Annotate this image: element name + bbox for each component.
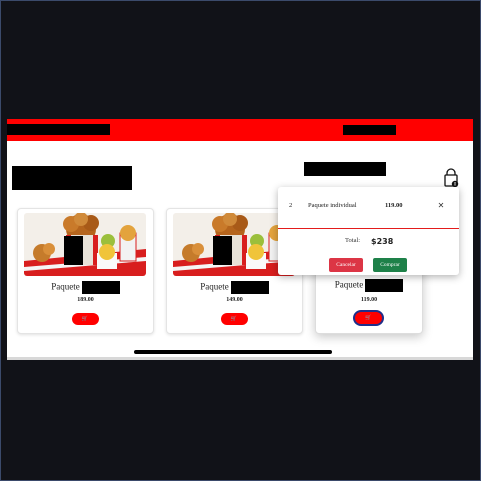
horizontal-scrollbar-track[interactable] (7, 357, 473, 360)
product-card: Paquete 189.00 🛒 (17, 208, 154, 334)
cancel-button[interactable]: Cancelar (329, 258, 363, 272)
redacted-image-area (213, 236, 232, 265)
redacted-image-area (64, 236, 83, 265)
horizontal-scrollbar-thumb[interactable] (134, 350, 332, 354)
redacted-nav-link[interactable] (343, 125, 396, 135)
add-to-cart-button[interactable]: 🛒 (220, 313, 248, 325)
total-label: Total: (345, 237, 361, 244)
top-navbar (7, 119, 473, 141)
product-price: 119.00 (360, 297, 378, 303)
shopping-bag-icon[interactable]: 0 (443, 168, 459, 188)
web-page: 0 Paquete 189.00 🛒 Paquete 149.00 🛒 Paqu… (7, 119, 473, 360)
cart-popup: 2 Paquete individual 119.00 ✕ Total: $23… (278, 187, 459, 275)
redacted-product-suffix (230, 281, 269, 294)
product-name: Paquete (167, 281, 302, 294)
cart-item-row: 2 Paquete individual 119.00 ✕ (278, 199, 459, 213)
cart-item-name: Paquete individual (308, 202, 357, 209)
cart-badge: 0 (454, 182, 457, 187)
redacted-page-heading (12, 166, 132, 190)
cart-item-price: 119.00 (385, 202, 403, 209)
close-icon[interactable]: ✕ (435, 200, 447, 212)
total-value: $238 (371, 237, 394, 246)
redacted-product-suffix (365, 279, 404, 292)
add-to-cart-button[interactable]: 🛒 (71, 313, 99, 325)
product-name: Paquete (316, 279, 422, 292)
product-price: 189.00 (77, 297, 94, 303)
product-price: 149.00 (226, 297, 243, 303)
add-to-cart-button[interactable]: 🛒 (355, 312, 382, 324)
buy-button[interactable]: Comprar (373, 258, 407, 272)
redacted-user-label (304, 162, 386, 176)
cart-divider (278, 228, 459, 229)
redacted-product-suffix (81, 281, 120, 294)
product-name: Paquete (18, 281, 153, 294)
redacted-brand[interactable] (7, 124, 110, 135)
cart-item-quantity: 2 (289, 202, 293, 209)
product-image (173, 213, 295, 276)
product-image (24, 213, 146, 276)
